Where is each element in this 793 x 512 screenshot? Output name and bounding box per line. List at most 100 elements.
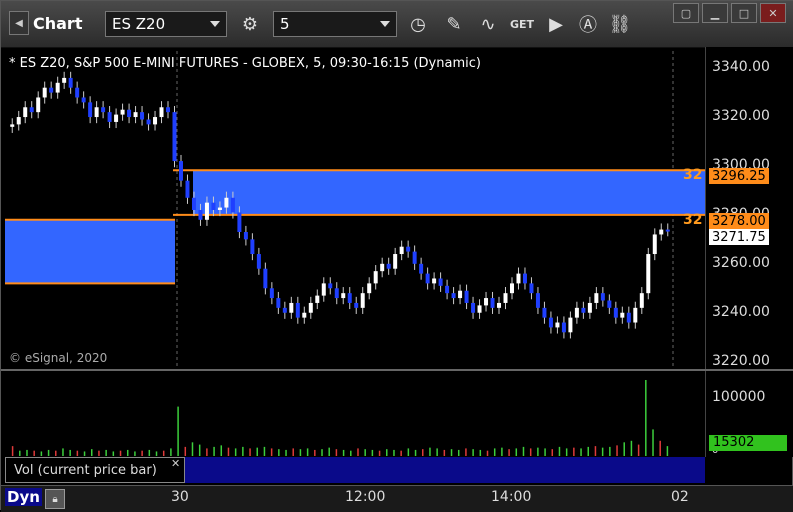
close-icon[interactable]: ✕ xyxy=(760,3,786,23)
get-data-icon[interactable]: GET xyxy=(507,10,537,38)
time-axis[interactable]: Dyn 🔒︎ 30 12:00 14:00 02 xyxy=(1,485,793,512)
level-upper-label: 32 xyxy=(683,167,703,183)
candle-body xyxy=(574,307,579,318)
candle-body xyxy=(412,251,417,264)
link-icon[interactable]: ⛓ xyxy=(605,10,635,38)
supply-zone xyxy=(193,170,705,215)
candle-body xyxy=(127,109,132,118)
level-lower-label: 32 xyxy=(683,212,703,228)
volume-current-tag: 15302 xyxy=(709,435,787,451)
candle-body xyxy=(542,307,547,318)
candle-body xyxy=(587,302,592,313)
candle-body xyxy=(600,293,605,301)
interval-input[interactable]: 5 xyxy=(273,11,397,37)
candle-body xyxy=(55,82,60,93)
symbol-input[interactable]: ES Z20 xyxy=(105,11,227,37)
candle-body xyxy=(373,271,378,284)
candle-body xyxy=(256,254,261,269)
indicator-icon[interactable]: ∿ xyxy=(473,10,503,38)
candle-body xyxy=(217,207,222,210)
candle-body xyxy=(146,119,151,125)
pane-divider[interactable] xyxy=(1,369,793,371)
candle-body xyxy=(153,117,158,125)
candle-body xyxy=(620,312,625,318)
candle-body xyxy=(68,77,73,88)
candle-body xyxy=(438,278,443,286)
alert-icon[interactable]: Ⓐ xyxy=(573,10,603,38)
candle-body xyxy=(464,290,469,303)
candle-body xyxy=(269,288,274,299)
last-price-tag: 3271.75 xyxy=(709,229,769,245)
volume-legend[interactable]: Vol (current price bar) xyxy=(5,457,185,483)
settings-gear-icon[interactable]: ⚙ xyxy=(235,10,265,38)
volume-chart[interactable] xyxy=(5,372,705,456)
candle-body xyxy=(166,107,171,113)
volume-legend-band xyxy=(185,457,705,483)
candle-body xyxy=(354,302,359,308)
chart-window: ◀ Chart ES Z20 ⚙ 5 ◷ ✎ ∿ GET ▶ Ⓐ ⛓ ▢ ▁ □… xyxy=(0,0,793,512)
volume-tick: 100000 xyxy=(712,389,766,405)
candle-body xyxy=(172,112,177,162)
candle-body xyxy=(490,298,495,308)
candle-body xyxy=(133,112,138,118)
play-icon[interactable]: ▶ xyxy=(541,10,571,38)
candle-body xyxy=(140,112,145,120)
dynamic-label[interactable]: Dyn xyxy=(5,488,42,506)
candle-body xyxy=(94,107,99,118)
chevron-down-icon[interactable] xyxy=(380,21,390,27)
time-tick: 02 xyxy=(671,489,689,505)
app-title[interactable]: ◀ Chart xyxy=(9,11,82,35)
get-data-label: GET xyxy=(509,17,535,31)
candle-body xyxy=(497,302,502,308)
app-title-label: Chart xyxy=(33,13,83,33)
symbol-value: ES Z20 xyxy=(112,15,166,33)
candle-body xyxy=(399,246,404,255)
price-chart[interactable] xyxy=(5,51,705,369)
candle-body xyxy=(613,307,618,318)
candle-body xyxy=(529,283,534,294)
price-tick: 3220.00 xyxy=(712,353,770,369)
candle-body xyxy=(334,288,339,299)
candle-body xyxy=(445,285,450,294)
candle-body xyxy=(646,254,651,294)
candle-body xyxy=(360,293,365,308)
price-tick: 3340.00 xyxy=(712,59,770,75)
minimize-icon[interactable]: ▁ xyxy=(702,3,728,23)
candle-body xyxy=(276,298,281,308)
price-tick: 3240.00 xyxy=(712,304,770,320)
chevron-left-icon[interactable]: ◀ xyxy=(9,11,29,35)
lock-icon[interactable]: 🔒︎ xyxy=(45,489,65,509)
candle-body xyxy=(198,210,203,220)
candle-body xyxy=(503,293,508,303)
time-tick: 14:00 xyxy=(491,489,532,505)
candle-body xyxy=(639,293,644,308)
candle-body xyxy=(16,117,21,125)
interval-value: 5 xyxy=(280,15,290,33)
candle-body xyxy=(62,77,67,83)
candle-body xyxy=(548,317,553,328)
demand-zone xyxy=(5,219,175,284)
candle-body xyxy=(107,112,112,122)
candle-body xyxy=(425,273,430,284)
candle-body xyxy=(263,268,268,289)
candle-body xyxy=(516,273,521,284)
candle-body xyxy=(432,278,437,284)
candle-body xyxy=(185,180,190,198)
candle-body xyxy=(406,246,411,252)
candle-body xyxy=(581,307,586,313)
candle-body xyxy=(484,298,489,306)
pencil-icon[interactable]: ✎ xyxy=(439,10,469,38)
candle-body xyxy=(509,283,514,294)
price-axis[interactable]: 3340.00 3320.00 3300.00 3280.00 3260.00 … xyxy=(705,47,793,457)
close-icon[interactable]: ✕ xyxy=(171,457,180,470)
clock-icon[interactable]: ◷ xyxy=(403,10,433,38)
time-tick: 12:00 xyxy=(345,489,386,505)
chevron-down-icon[interactable] xyxy=(210,21,220,27)
restore-icon[interactable]: ▢ xyxy=(673,3,699,23)
candle-body xyxy=(321,283,326,296)
candle-body xyxy=(230,197,235,213)
candle-body xyxy=(29,107,34,113)
maximize-icon[interactable]: □ xyxy=(731,3,757,23)
candle-body xyxy=(561,322,566,333)
candle-body xyxy=(535,293,540,308)
